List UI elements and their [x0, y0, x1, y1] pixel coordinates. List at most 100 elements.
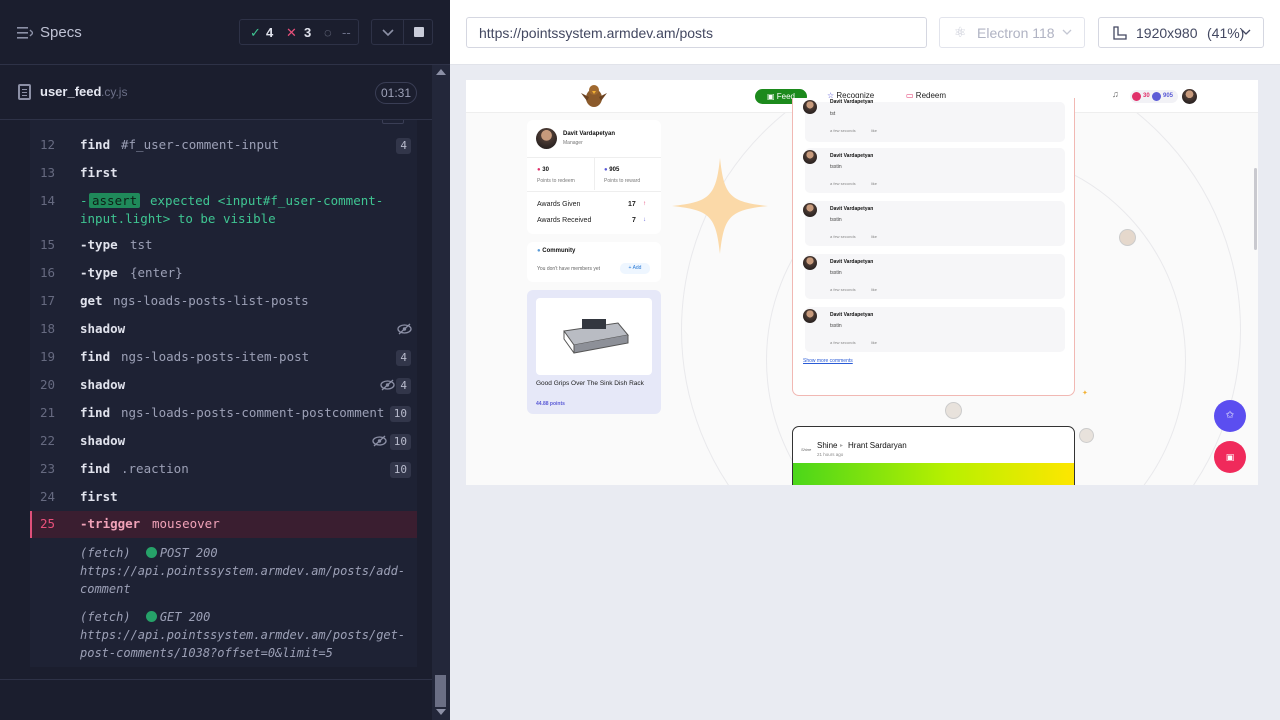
- pending-count: --: [342, 25, 351, 40]
- viewport-scale: (41%): [1207, 25, 1245, 41]
- failed-command-row[interactable]: 25 -trigger mouseover: [30, 511, 417, 538]
- specs-title[interactable]: Specs: [40, 24, 82, 41]
- comment-item: Davit Vardapetyan tsstin a few seconds l…: [803, 254, 1065, 299]
- assert-text-cont: input.light> to be visible: [80, 211, 276, 226]
- avatar: [803, 150, 817, 164]
- show-more-comments-link[interactable]: Show more comments: [803, 358, 853, 364]
- comment-like-button[interactable]: like: [871, 287, 877, 292]
- avatar: [536, 128, 557, 149]
- community-empty-text: You don't have members yet: [537, 266, 601, 272]
- eye-slash-icon: [380, 379, 395, 391]
- aut-header: https://pointssystem.armdev.am/posts ⚛ E…: [450, 0, 1280, 65]
- eagle-logo-icon[interactable]: [579, 83, 609, 109]
- failed-icon: ✕: [286, 25, 297, 40]
- viewport-info[interactable]: 1920x980 (41%): [1098, 17, 1264, 48]
- add-member-button[interactable]: + Add: [620, 263, 650, 274]
- fetch-log[interactable]: (fetch) GET 200 https://api.pointssystem…: [80, 608, 410, 662]
- command-name: find: [80, 461, 111, 476]
- fetch-label: (fetch): [80, 546, 131, 560]
- element-count-badge: 10: [389, 406, 411, 422]
- product-image: [536, 298, 652, 375]
- command-name: first: [80, 489, 118, 504]
- comment-like-button[interactable]: like: [871, 128, 877, 133]
- post-to: Hrant Sardaryan: [848, 441, 907, 450]
- comment-text: tsstin: [830, 164, 842, 170]
- product-title: Good Grips Over The Sink Dish Rack: [536, 380, 644, 387]
- command-name: -type: [80, 265, 118, 280]
- assert-row[interactable]: 14 - assert expected <input#f_user-comme…: [30, 193, 417, 229]
- reward-points-value: 905: [609, 167, 620, 173]
- line-number: 16: [40, 265, 56, 280]
- app-under-test: ▣ Feed ☆ Recognize ▭ Redeem ♫ 30 905 Dav…: [466, 80, 1258, 485]
- command-name: find: [80, 405, 111, 420]
- viewport-size: 1920x980: [1136, 25, 1198, 41]
- electron-icon: ⚛: [954, 24, 967, 40]
- url-bar[interactable]: https://pointssystem.armdev.am/posts: [466, 17, 927, 48]
- profile-name: Davit Vardapetyan: [563, 131, 616, 137]
- app-scrollbar-thumb[interactable]: [1254, 168, 1257, 250]
- scrollbar-thumb[interactable]: [435, 675, 446, 707]
- chevron-down-icon: [1062, 29, 1072, 35]
- comment-text: tsstin: [830, 323, 842, 329]
- fetch-log[interactable]: (fetch) POST 200 https://api.pointssyste…: [80, 544, 410, 598]
- line-number: 18: [40, 321, 56, 336]
- comment-item: Davit Vardapetyan tsstin a few seconds l…: [803, 148, 1065, 193]
- line-number: 22: [40, 433, 56, 448]
- add-member-label: Add: [632, 265, 642, 271]
- awards-received-value: 7: [632, 217, 636, 224]
- test-stats: ✓ 4 ✕ 3 ◌ --: [239, 19, 359, 45]
- post-card: Davit Vardapetyan tst a few seconds like…: [792, 98, 1075, 396]
- comment-like-button[interactable]: like: [871, 234, 877, 239]
- scroll-down-icon[interactable]: [436, 709, 446, 715]
- avatar: [803, 100, 817, 114]
- post-banner-image: [793, 463, 1074, 485]
- reward-points-label: Points to reward: [604, 178, 641, 184]
- assert-prefix: -: [80, 193, 88, 208]
- fetch-status: POST 200: [159, 546, 218, 560]
- product-card[interactable]: Good Grips Over The Sink Dish Rack 44.88…: [527, 290, 661, 414]
- comment-author: Davit Vardapetyan: [830, 99, 874, 105]
- ruler-icon: [1113, 26, 1127, 40]
- pending-icon: ◌: [324, 25, 332, 40]
- fetch-url: https://api.pointssystem.armdev.am/posts…: [80, 564, 406, 596]
- bell-icon[interactable]: ♫: [1112, 89, 1119, 99]
- avatar[interactable]: [1182, 89, 1197, 104]
- comment-text: tst: [830, 111, 836, 117]
- browser-name: Electron 118: [977, 25, 1055, 41]
- arrow-down-icon: ↓: [643, 217, 646, 223]
- chevron-down-icon[interactable]: [382, 28, 394, 37]
- community-title: Community: [542, 248, 576, 254]
- reporter-header: Specs ✓ 4 ✕ 3 ◌ --: [0, 0, 450, 65]
- users-icon: ●: [537, 248, 541, 254]
- comment-like-button[interactable]: like: [871, 340, 877, 345]
- scroll-up-icon[interactable]: [436, 69, 446, 75]
- dish-rack-image-icon: [563, 319, 629, 354]
- browser-selector[interactable]: ⚛ Electron 118: [939, 17, 1085, 48]
- command-name: -trigger: [80, 516, 141, 531]
- floating-avatar: [1119, 229, 1136, 246]
- arrow-right-icon: ▸: [840, 443, 844, 449]
- floating-avatar: [1079, 428, 1094, 443]
- element-count-badge: 10: [389, 434, 411, 450]
- post-card: Shine Shine ▸ Hrant Sardaryan 21 hours a…: [792, 426, 1075, 485]
- element-count-badge: 4: [396, 138, 411, 154]
- spec-duration: 01:31: [375, 82, 417, 104]
- specs-list-icon[interactable]: [17, 26, 33, 40]
- comment-item: Davit Vardapetyan tst a few seconds like: [803, 99, 1065, 142]
- comment-time: a few seconds: [830, 340, 856, 345]
- stop-icon[interactable]: [414, 27, 424, 37]
- command-log-scrollbar[interactable]: [432, 65, 450, 720]
- status-dot-icon: [145, 547, 157, 558]
- redeem-fab[interactable]: ▣: [1214, 441, 1246, 473]
- line-number: 25: [40, 516, 56, 531]
- comment-like-button[interactable]: like: [871, 181, 877, 186]
- command-name: find: [80, 137, 111, 152]
- divider: [0, 679, 432, 680]
- avatar: [803, 203, 817, 217]
- recognize-fab[interactable]: ✩: [1214, 400, 1246, 432]
- points-pill[interactable]: 30 905: [1130, 90, 1178, 103]
- line-number: 20: [40, 377, 56, 392]
- eye-slash-icon: [397, 323, 412, 335]
- command-message: mouseover: [152, 516, 220, 531]
- line-number: 23: [40, 461, 56, 476]
